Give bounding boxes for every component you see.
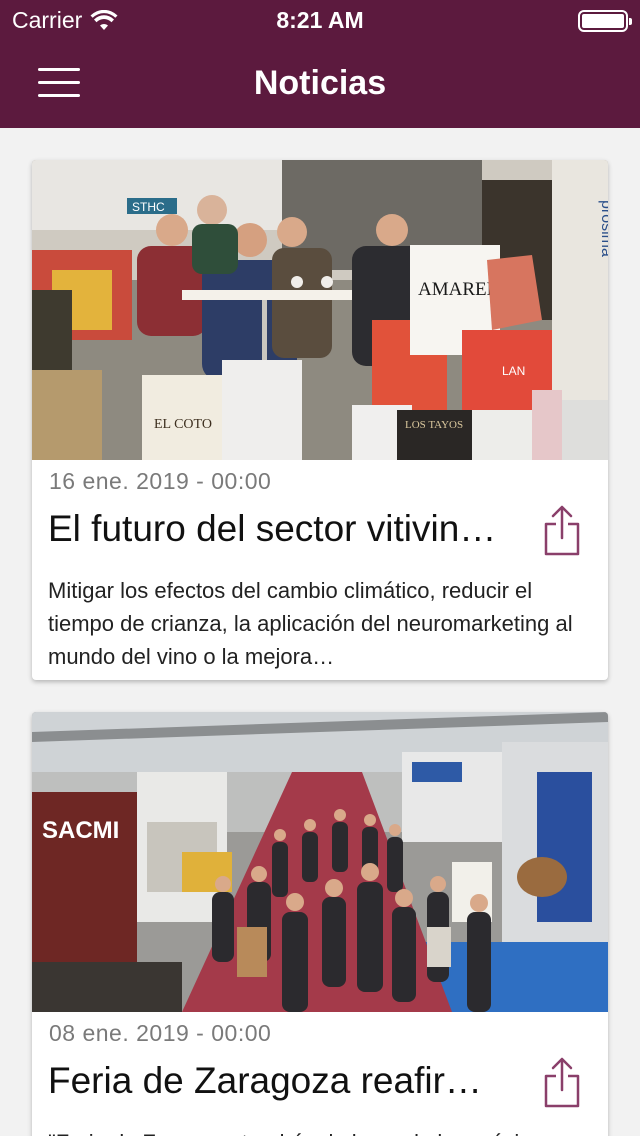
news-summary: Mitigar los efectos del cambio climático… — [48, 578, 573, 669]
status-time: 8:21 AM — [276, 7, 364, 33]
news-date: 08 ene. 2019 - 00:00 — [49, 1020, 272, 1046]
news-title[interactable]: Feria de Zaragoza reafir… — [48, 1060, 518, 1102]
share-icon[interactable] — [540, 504, 584, 558]
navigation-bar: Noticias — [0, 40, 640, 128]
photo-brand-text: AMAREN — [418, 279, 501, 300]
photo-brand-text: SACMI — [42, 817, 119, 844]
news-card[interactable]: SACMI 08 ene. 2019 - 00:00 Feria de Zara… — [32, 712, 608, 1136]
photo-box3-text: LAN — [502, 364, 525, 378]
photo-trade-fair-crowd: SACMI — [32, 712, 608, 1012]
news-image[interactable]: prosima STHC EL COTO AMAREN LAN LOS TAYO… — [32, 160, 608, 460]
news-card[interactable]: prosima STHC EL COTO AMAREN LAN LOS TAYO… — [32, 160, 608, 680]
news-image[interactable]: SACMI — [32, 712, 608, 1012]
photo-side-text: prosima — [598, 200, 608, 257]
photo-booth-text: STHC — [132, 200, 165, 214]
photo-wine-fair-meeting: prosima STHC EL COTO AMAREN LAN LOS TAYO… — [32, 160, 608, 460]
battery-icon — [578, 10, 632, 32]
app-header: Carrier 8:21 AM Noticias — [0, 0, 640, 128]
photo-box2-text: LOS TAYOS — [405, 419, 463, 431]
photo-box-text: EL COTO — [154, 417, 212, 432]
page-title: Noticias — [253, 64, 387, 102]
news-feed[interactable]: prosima STHC EL COTO AMAREN LAN LOS TAYO… — [0, 128, 640, 1136]
news-summary: "Feria de Zaragoza tendrá a lo largo de … — [48, 1126, 594, 1136]
share-icon[interactable] — [540, 1056, 584, 1110]
status-bar: Carrier 8:21 AM — [0, 0, 640, 40]
news-title[interactable]: El futuro del sector vitivin… — [48, 508, 518, 550]
news-date: 16 ene. 2019 - 00:00 — [49, 468, 272, 494]
